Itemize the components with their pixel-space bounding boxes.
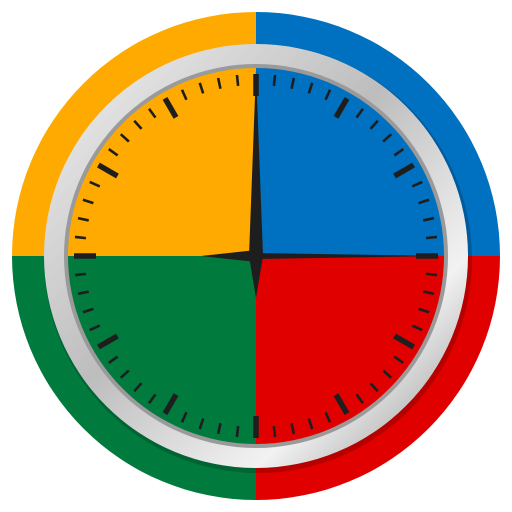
minute-tick xyxy=(425,235,438,240)
minute-tick xyxy=(425,272,438,277)
minute-tick xyxy=(272,74,277,87)
minute-tick xyxy=(74,272,87,277)
minute-tick xyxy=(235,425,240,438)
clock-icon xyxy=(12,12,500,500)
minute-tick xyxy=(235,74,240,87)
minute-tick xyxy=(74,235,87,240)
minute-tick xyxy=(272,425,277,438)
